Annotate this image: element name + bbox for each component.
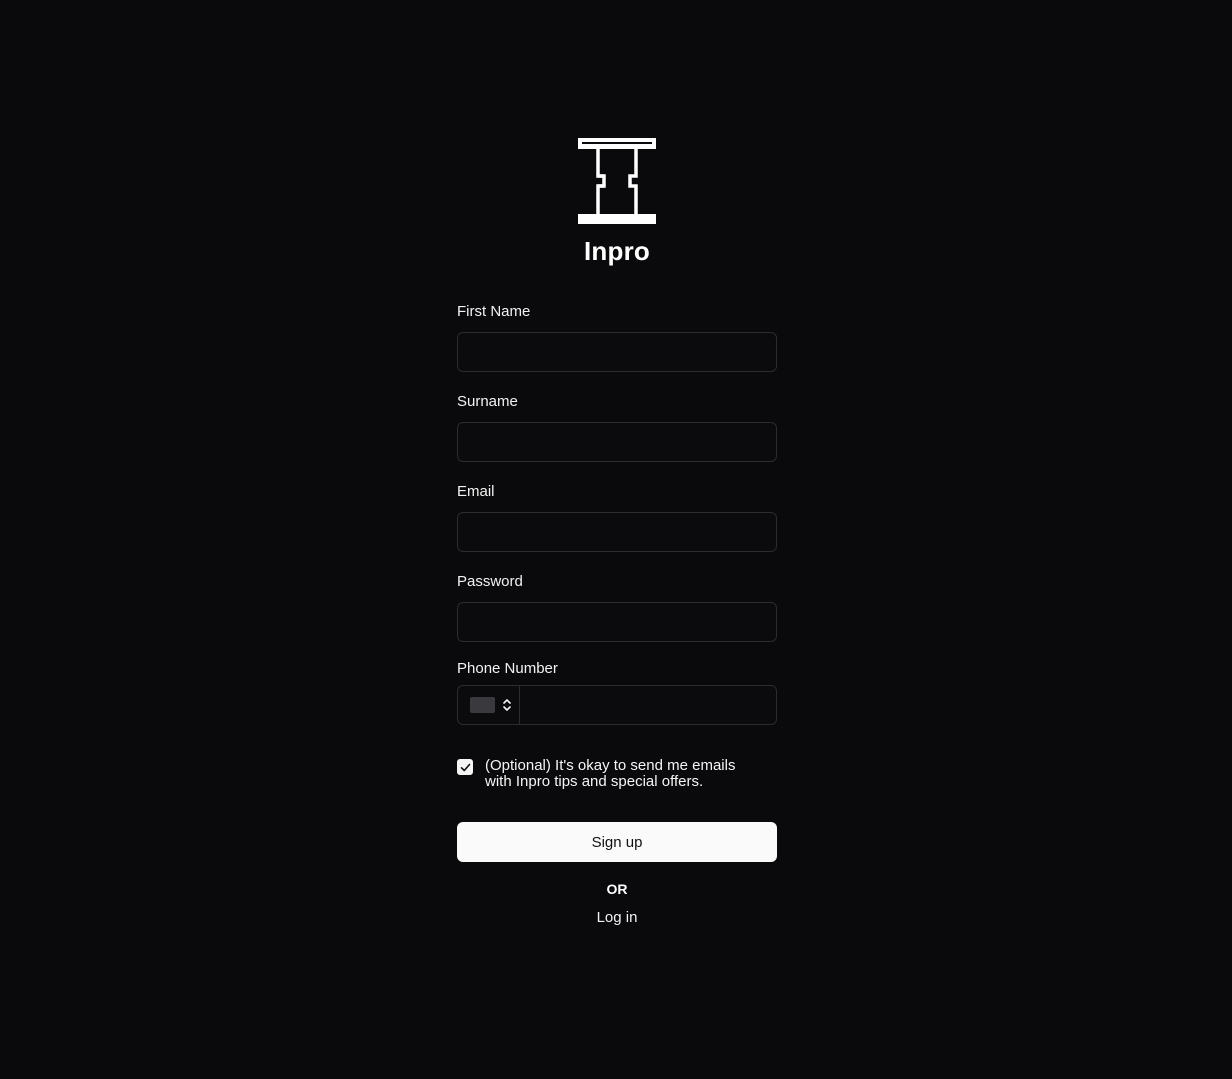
phone-label: Phone Number — [457, 660, 558, 677]
phone-number-input[interactable] — [520, 686, 776, 724]
first-name-input[interactable] — [457, 332, 777, 372]
email-input[interactable] — [457, 512, 777, 552]
flag-placeholder-icon — [470, 697, 495, 713]
country-code-select[interactable] — [458, 686, 520, 724]
brand-header: Inpro — [457, 138, 777, 266]
password-input[interactable] — [457, 602, 777, 642]
first-name-field: First Name — [457, 303, 777, 372]
brand-name: Inpro — [584, 236, 650, 266]
log-in-link[interactable]: Log in — [457, 909, 777, 927]
marketing-consent: (Optional) It's okay to send me emails w… — [457, 758, 777, 790]
signup-form: First Name Surname Email Password Phone … — [457, 303, 777, 927]
surname-input[interactable] — [457, 422, 777, 462]
consent-checkbox[interactable] — [457, 759, 473, 775]
surname-field: Surname — [457, 393, 777, 462]
consent-text: (Optional) It's okay to send me emails w… — [485, 757, 736, 790]
sign-up-button[interactable]: Sign up — [457, 822, 777, 862]
surname-label: Surname — [457, 393, 518, 410]
password-label: Password — [457, 573, 523, 590]
first-name-label: First Name — [457, 303, 531, 320]
phone-input-group — [457, 685, 777, 725]
signup-container: Inpro First Name Surname Email Password … — [457, 138, 777, 927]
email-label: Email — [457, 483, 495, 500]
or-divider: OR — [606, 881, 628, 897]
password-field: Password — [457, 573, 777, 642]
checkmark-icon — [460, 763, 470, 771]
email-field: Email — [457, 483, 777, 552]
chevron-updown-icon — [503, 699, 511, 711]
phone-field: Phone Number — [457, 660, 777, 725]
pillar-logo-icon — [578, 138, 656, 224]
